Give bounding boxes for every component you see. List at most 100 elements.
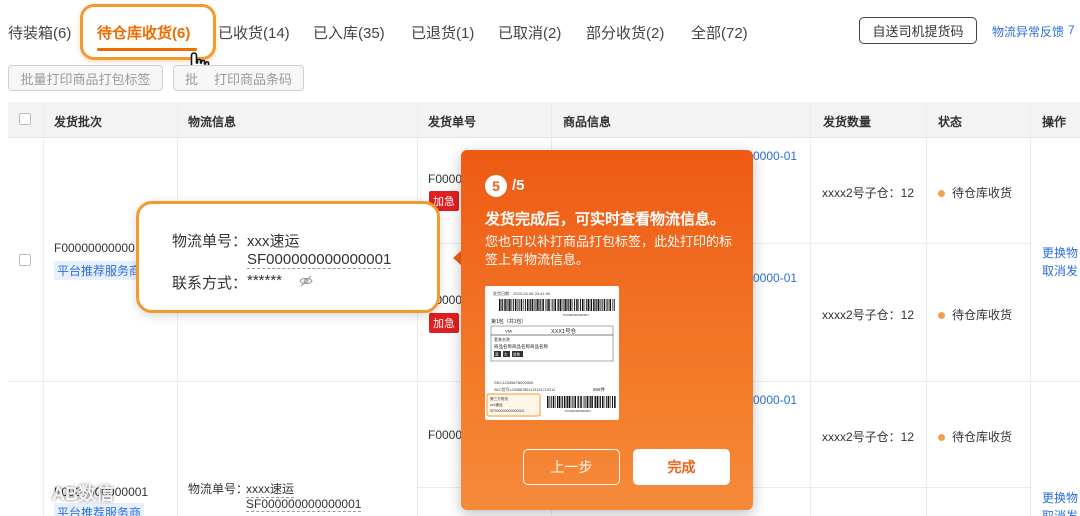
barcode-bar <box>565 299 567 311</box>
batch-number[interactable]: F00000000000 <box>54 241 135 255</box>
onboarding-guide-popup: 5 /5 发货完成后，可实时查看物流信息。 您也可以补打商品打包标签，此处打印的… <box>461 150 753 510</box>
label-skc: SKC12345678900000 <box>494 380 534 385</box>
barcode-bar <box>527 299 529 311</box>
tab-received[interactable]: 已收货(14) <box>218 22 290 43</box>
status-text: 待仓库收货 <box>938 184 1012 201</box>
barcode-bar <box>596 396 599 408</box>
product-code-link[interactable]: 0000-01 <box>753 149 797 163</box>
quantity: xxxx2号子仓：12 <box>822 186 915 200</box>
shipment-number[interactable]: F0000 <box>428 428 462 442</box>
header-actions: 操作 <box>1042 115 1067 129</box>
barcode-bar <box>572 396 574 408</box>
label-vmi: VMI <box>505 329 512 334</box>
label-barcode-number: PC0000000000001 <box>563 313 589 317</box>
barcode-bar <box>539 299 540 311</box>
callout-contact-masked: ****** <box>247 272 283 289</box>
barcode-bar <box>559 299 562 311</box>
barcode-bar <box>595 299 596 311</box>
logistics-tracking-number[interactable]: SF000000000000001 <box>246 497 362 512</box>
barcode-bar <box>552 396 555 408</box>
label-count: 666件 <box>593 386 606 393</box>
barcode-bar <box>507 299 509 311</box>
barcode-bar <box>561 299 563 311</box>
barcode-bar <box>595 396 597 408</box>
barcode-bar <box>601 299 603 311</box>
barcode-bar <box>579 299 581 311</box>
label-third-party: 第三方物流 <box>490 396 508 401</box>
barcode-bar <box>584 396 586 408</box>
status-text: 待仓库收货 <box>938 306 1012 323</box>
active-tab-underline <box>97 48 197 51</box>
barcode-bar <box>567 299 568 311</box>
tab-cancelled[interactable]: 已取消(2) <box>498 22 561 43</box>
barcode-bar <box>511 299 512 311</box>
shipment-number[interactable]: F0000 <box>428 172 462 186</box>
urgent-tag: 加急 <box>429 313 459 333</box>
barcode-bar <box>584 299 586 311</box>
header-status: 状态 <box>938 115 963 129</box>
driver-pickup-code-button[interactable]: 自送司机提货码 <box>859 17 977 44</box>
barcode-bar <box>554 299 556 311</box>
barcode-bar <box>604 396 606 408</box>
change-logistics-link[interactable]: 更换物 <box>1042 489 1078 506</box>
barcode-bar <box>567 396 569 408</box>
status-label: 待仓库收货 <box>952 186 1013 200</box>
cancel-shipment-link[interactable]: 取消发 <box>1042 262 1078 279</box>
sample-label-image: 发货日期：2023-04-06 20:41:00 PC0000000000001… <box>485 286 619 420</box>
header-quantity: 发货数量 <box>823 115 872 129</box>
barcode-bar <box>586 396 589 408</box>
label-warehouse: XXX1号仓 <box>551 327 577 335</box>
batch-print-barcodes-button[interactable]: 批打印商品条码 <box>173 65 304 91</box>
done-button[interactable]: 完成 <box>633 449 730 485</box>
barcode-bar <box>550 299 552 311</box>
barcode-bar <box>570 396 572 408</box>
batch-print-pack-labels-button[interactable]: 批量打印商品打包标签 <box>8 65 163 91</box>
barcode-bar <box>574 299 576 311</box>
barcode-bar <box>577 396 578 408</box>
barcode-bar <box>517 299 518 311</box>
barcode-bar <box>594 396 595 408</box>
barcode-bar <box>550 396 552 408</box>
barcode-bar <box>607 299 609 311</box>
tab-stored[interactable]: 已入库(35) <box>313 22 385 43</box>
barcode-bar <box>574 396 576 408</box>
product-code-link[interactable]: 0000-01 <box>753 393 797 407</box>
barcode-bar <box>597 299 600 311</box>
quantity: xxxx2号子仓：12 <box>822 430 915 444</box>
tab-awaiting-warehouse[interactable]: 待仓库收货(6) <box>97 22 190 43</box>
logistics-label: 物流单号： <box>188 482 249 496</box>
barcode-bar <box>524 299 526 311</box>
header-logistics: 物流信息 <box>188 115 237 129</box>
row-checkbox[interactable] <box>19 254 31 266</box>
tab-partial[interactable]: 部分收货(2) <box>586 22 664 43</box>
table-header: 发货批次 物流信息 发货单号 商品信息 发货数量 状态 操作 <box>8 102 1080 138</box>
callout-tracking-number[interactable]: SF000000000000001 <box>247 251 392 269</box>
tab-returned[interactable]: 已退货(1) <box>411 22 474 43</box>
label-product-name: 商品名称商品名称商品名称 <box>494 343 548 350</box>
platform-recommended-tag: 平台推荐服务商 <box>54 261 145 280</box>
cancel-shipment-link[interactable]: 取消发 <box>1042 507 1078 516</box>
label-skc-detail: SKC货号12345678911131517​19212 <box>494 387 555 392</box>
barcode-bar <box>578 299 579 311</box>
status-tabs: 待装箱(6) 待仓库收货(6) 已收货(14) 已入库(35) 已退货(1) 已… <box>0 0 1080 60</box>
logistics-exception-link[interactable]: 物流异常反馈 <box>992 23 1064 40</box>
barcode-bar <box>530 299 532 311</box>
select-all-checkbox[interactable] <box>19 113 31 125</box>
eye-hidden-icon[interactable] <box>299 275 313 287</box>
change-logistics-link[interactable]: 更换物 <box>1042 244 1078 261</box>
barcode-bar <box>591 396 593 408</box>
barcode-bar <box>599 396 601 408</box>
product-code-link[interactable]: 0000-01 <box>753 271 797 285</box>
tab-to-pack[interactable]: 待装箱(6) <box>8 22 71 43</box>
barcode-bar <box>610 396 611 408</box>
tab-all[interactable]: 全部(72) <box>691 22 748 43</box>
status-label: 待仓库收货 <box>952 430 1013 444</box>
header-batch: 发货批次 <box>54 115 103 129</box>
barcode-bar <box>614 396 616 408</box>
barcode-bar <box>542 299 544 311</box>
previous-step-button[interactable]: 上一步 <box>523 449 620 485</box>
barcode-bar <box>531 299 534 311</box>
sample-label-drawing: 发货日期：2023-04-06 20:41:00 PC0000000000001… <box>486 290 616 417</box>
barcode-bar <box>593 299 595 311</box>
overflow-link[interactable]: 7 <box>1068 23 1075 37</box>
